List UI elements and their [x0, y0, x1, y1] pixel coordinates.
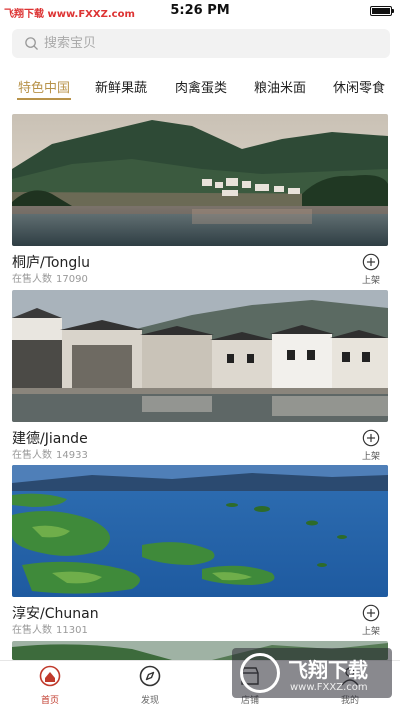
- add-listing-label: 上架: [361, 627, 380, 637]
- watermark-url: www.FXXZ.com: [290, 682, 368, 693]
- category-tabs: 特色中国 新鲜果蔬 肉禽蛋类 粮油米面 休闲零食: [0, 66, 400, 104]
- status-time: 5:26 PM: [170, 3, 230, 18]
- region-card-chunan[interactable]: 淳安/Chunan 在售人数 11301 上架: [12, 465, 388, 637]
- tab-fresh-produce[interactable]: 新鲜果蔬: [95, 77, 147, 96]
- nav-discover[interactable]: 发现: [115, 665, 185, 706]
- search-bar[interactable]: [12, 29, 390, 58]
- tab-meat-poultry-eggs[interactable]: 肉禽蛋类: [175, 77, 227, 96]
- tab-featured-china[interactable]: 特色中国: [18, 77, 70, 96]
- region-card-jiande[interactable]: 建德/Jiande 在售人数 14933 上架: [12, 290, 388, 462]
- add-listing-button[interactable]: 上架: [358, 429, 384, 462]
- add-listing-label: 上架: [361, 452, 380, 462]
- seller-count: 在售人数 17090: [12, 274, 88, 285]
- region-photo[interactable]: [12, 114, 388, 246]
- add-listing-button[interactable]: 上架: [358, 253, 384, 286]
- search-icon: [25, 37, 38, 50]
- tab-grain-oil[interactable]: 粮油米面: [254, 77, 306, 96]
- region-name: 桐庐/Tonglu: [12, 255, 90, 271]
- seller-count: 在售人数 11301: [12, 625, 88, 636]
- compass-icon: [139, 665, 161, 687]
- plus-circle-icon: [362, 253, 380, 271]
- site-watermark-logo: 飞翔下载 www.FXXZ.com: [232, 648, 392, 698]
- watermark-logo-icon: [240, 653, 280, 693]
- plus-circle-icon: [362, 604, 380, 622]
- nav-home[interactable]: 首页: [15, 665, 85, 706]
- plus-circle-icon: [362, 429, 380, 447]
- status-bar: 飞翔下载 www.FXXZ.com 5:26 PM: [0, 0, 400, 24]
- add-listing-button[interactable]: 上架: [358, 604, 384, 637]
- add-listing-label: 上架: [361, 276, 380, 286]
- region-card-tonglu[interactable]: 桐庐/Tonglu 在售人数 17090 上架: [12, 114, 388, 286]
- battery-icon: [370, 6, 394, 16]
- region-name: 淳安/Chunan: [12, 606, 99, 622]
- tab-snacks[interactable]: 休闲零食: [333, 77, 385, 96]
- tab-active-indicator: [17, 98, 71, 100]
- region-photo[interactable]: [12, 465, 388, 597]
- nav-discover-label: 发现: [140, 696, 159, 706]
- watermark-title: 飞翔下载: [288, 658, 368, 682]
- region-name: 建德/Jiande: [12, 431, 88, 447]
- nav-home-label: 首页: [40, 696, 59, 706]
- home-icon: [39, 665, 61, 687]
- search-input[interactable]: [44, 29, 374, 58]
- seller-count: 在售人数 14933: [12, 450, 88, 461]
- region-photo[interactable]: [12, 290, 388, 422]
